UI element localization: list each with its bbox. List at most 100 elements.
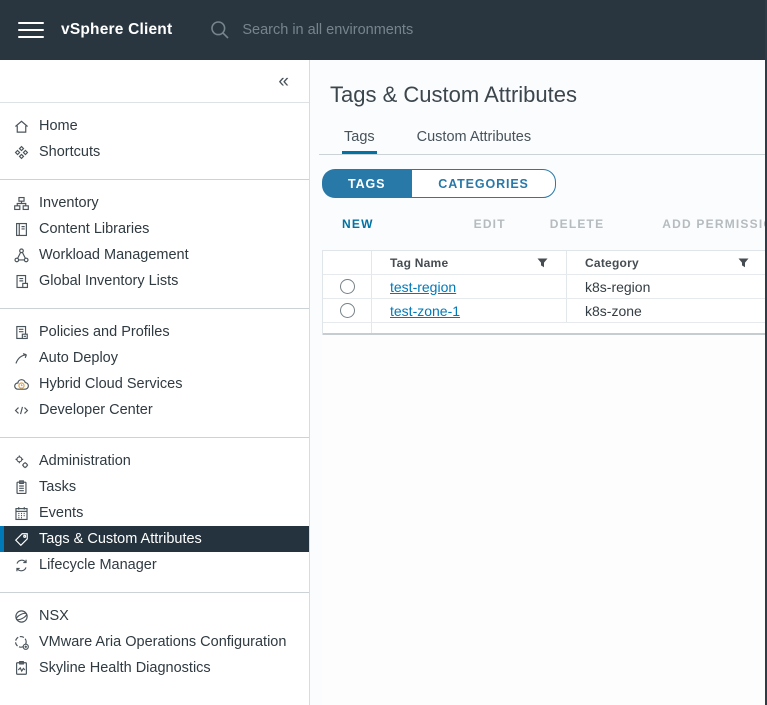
table-row: test-zone-1 k8s-zone <box>323 298 767 322</box>
tag-icon <box>13 531 30 548</box>
category-value: k8s-region <box>585 279 650 295</box>
search-icon <box>209 19 231 41</box>
developer-center-icon <box>13 402 30 419</box>
sidebar-item-skyline-health-diagnostics[interactable]: Skyline Health Diagnostics <box>0 655 309 681</box>
row-radio-cell <box>323 275 371 298</box>
tabs-bar: Tags Custom Attributes <box>319 122 767 155</box>
top-bar: vSphere Client Search in all environment… <box>0 0 767 60</box>
tab-custom-attributes[interactable]: Custom Attributes <box>415 122 533 154</box>
nsx-icon <box>13 608 30 625</box>
sidebar-item-developer-center[interactable]: Developer Center <box>0 397 309 423</box>
sidebar-item-label: Workload Management <box>39 247 189 263</box>
sidebar-item-content-libraries[interactable]: Content Libraries <box>0 216 309 242</box>
sidebar-item-label: Global Inventory Lists <box>39 273 178 289</box>
row-radio-button[interactable] <box>340 303 355 318</box>
table-header-row: Tag Name Category <box>323 251 767 274</box>
sidebar: « Home Shortcuts Inven <box>0 60 310 705</box>
sidebar-item-global-inventory-lists[interactable]: Global Inventory Lists <box>0 268 309 294</box>
sidebar-item-nsx[interactable]: NSX <box>0 603 309 629</box>
sidebar-item-label: Auto Deploy <box>39 350 118 366</box>
sidebar-item-label: VMware Aria Operations Configuration <box>39 634 286 650</box>
sidebar-item-label: Developer Center <box>39 402 153 418</box>
global-search[interactable]: Search in all environments <box>209 19 413 41</box>
sidebar-item-workload-management[interactable]: Workload Management <box>0 242 309 268</box>
sidebar-section-5: NSX VMware Aria Operations Configuration… <box>0 593 309 695</box>
sidebar-item-label: Shortcuts <box>39 144 100 160</box>
content-libraries-icon <box>13 221 30 238</box>
new-button[interactable]: NEW <box>342 217 374 231</box>
sidebar-item-aria-operations-configuration[interactable]: VMware Aria Operations Configuration <box>0 629 309 655</box>
auto-deploy-icon <box>13 350 30 367</box>
sidebar-item-label: Home <box>39 118 78 134</box>
sidebar-section-2: Inventory Content Libraries Workload Man… <box>0 180 309 309</box>
category-value: k8s-zone <box>585 303 642 319</box>
table-tail <box>323 322 767 333</box>
sidebar-item-label: Events <box>39 505 83 521</box>
tag-name-column-header: Tag Name <box>371 251 566 274</box>
sidebar-collapse-row: « <box>0 60 309 103</box>
tasks-icon <box>13 479 30 496</box>
collapse-sidebar-icon[interactable]: « <box>278 72 289 91</box>
sidebar-section-4: Administration Tasks Events Tags & Custo… <box>0 438 309 593</box>
sidebar-item-tags-custom-attributes[interactable]: Tags & Custom Attributes <box>0 526 309 552</box>
tab-tags[interactable]: Tags <box>342 122 377 154</box>
sidebar-item-home[interactable]: Home <box>0 113 309 139</box>
aria-operations-icon <box>13 634 30 651</box>
toggle-tags-button[interactable]: TAGS <box>322 169 411 198</box>
sidebar-item-label: Hybrid Cloud Services <box>39 376 182 392</box>
sidebar-item-label: Tags & Custom Attributes <box>39 531 202 547</box>
events-icon <box>13 505 30 522</box>
tags-table: Tag Name Category <box>322 250 767 335</box>
tag-link[interactable]: test-zone-1 <box>390 303 460 319</box>
search-placeholder: Search in all environments <box>242 22 413 38</box>
add-permission-button[interactable]: ADD PERMISSION <box>662 217 767 231</box>
tags-content: TAGS CATEGORIES NEW EDIT DELETE ADD PERM… <box>310 155 767 705</box>
hamburger-menu-icon[interactable] <box>18 17 44 43</box>
action-bar: NEW EDIT DELETE ADD PERMISSION <box>342 214 767 234</box>
sidebar-item-auto-deploy[interactable]: Auto Deploy <box>0 345 309 371</box>
sidebar-item-administration[interactable]: Administration <box>0 448 309 474</box>
sidebar-item-events[interactable]: Events <box>0 500 309 526</box>
workload-management-icon <box>13 247 30 264</box>
sidebar-item-label: Inventory <box>39 195 99 211</box>
category-filter-icon[interactable] <box>738 258 749 268</box>
vsphere-client-window: vSphere Client Search in all environment… <box>0 0 767 705</box>
edit-button[interactable]: EDIT <box>474 217 506 231</box>
main-pane: Tags & Custom Attributes Tags Custom Att… <box>310 60 767 705</box>
row-radio-cell <box>323 299 371 322</box>
inventory-icon <box>13 195 30 212</box>
sidebar-section-3: Policies and Profiles Auto Deploy Hybrid… <box>0 309 309 438</box>
category-column-header: Category <box>566 251 767 274</box>
home-icon <box>13 118 30 135</box>
sidebar-item-label: NSX <box>39 608 69 624</box>
row-radio-button[interactable] <box>340 279 355 294</box>
sidebar-item-policies-profiles[interactable]: Policies and Profiles <box>0 319 309 345</box>
sidebar-item-label: Content Libraries <box>39 221 149 237</box>
hybrid-cloud-icon <box>13 376 30 393</box>
shortcuts-icon <box>13 144 30 161</box>
sidebar-item-label: Administration <box>39 453 131 469</box>
sidebar-item-hybrid-cloud-services[interactable]: Hybrid Cloud Services <box>0 371 309 397</box>
sidebar-section-1: Home Shortcuts <box>0 103 309 180</box>
page-title: Tags & Custom Attributes <box>330 82 767 108</box>
sidebar-item-lifecycle-manager[interactable]: Lifecycle Manager <box>0 552 309 578</box>
sidebar-item-label: Tasks <box>39 479 76 495</box>
sidebar-item-inventory[interactable]: Inventory <box>0 190 309 216</box>
tag-name-filter-icon[interactable] <box>537 258 548 268</box>
toggle-categories-button[interactable]: CATEGORIES <box>411 169 555 198</box>
tags-categories-toggle: TAGS CATEGORIES <box>322 169 556 198</box>
lifecycle-icon <box>13 557 30 574</box>
sidebar-item-tasks[interactable]: Tasks <box>0 474 309 500</box>
radio-column-header <box>323 251 371 274</box>
table-row: test-region k8s-region <box>323 274 767 298</box>
sidebar-item-shortcuts[interactable]: Shortcuts <box>0 139 309 165</box>
global-inventory-lists-icon <box>13 273 30 290</box>
column-header-label: Category <box>585 256 639 270</box>
policies-profiles-icon <box>13 324 30 341</box>
sidebar-item-label: Policies and Profiles <box>39 324 170 340</box>
app-title: vSphere Client <box>61 21 172 39</box>
delete-button[interactable]: DELETE <box>550 217 605 231</box>
tag-link[interactable]: test-region <box>390 279 456 295</box>
sidebar-item-label: Skyline Health Diagnostics <box>39 660 211 676</box>
sidebar-item-label: Lifecycle Manager <box>39 557 157 573</box>
